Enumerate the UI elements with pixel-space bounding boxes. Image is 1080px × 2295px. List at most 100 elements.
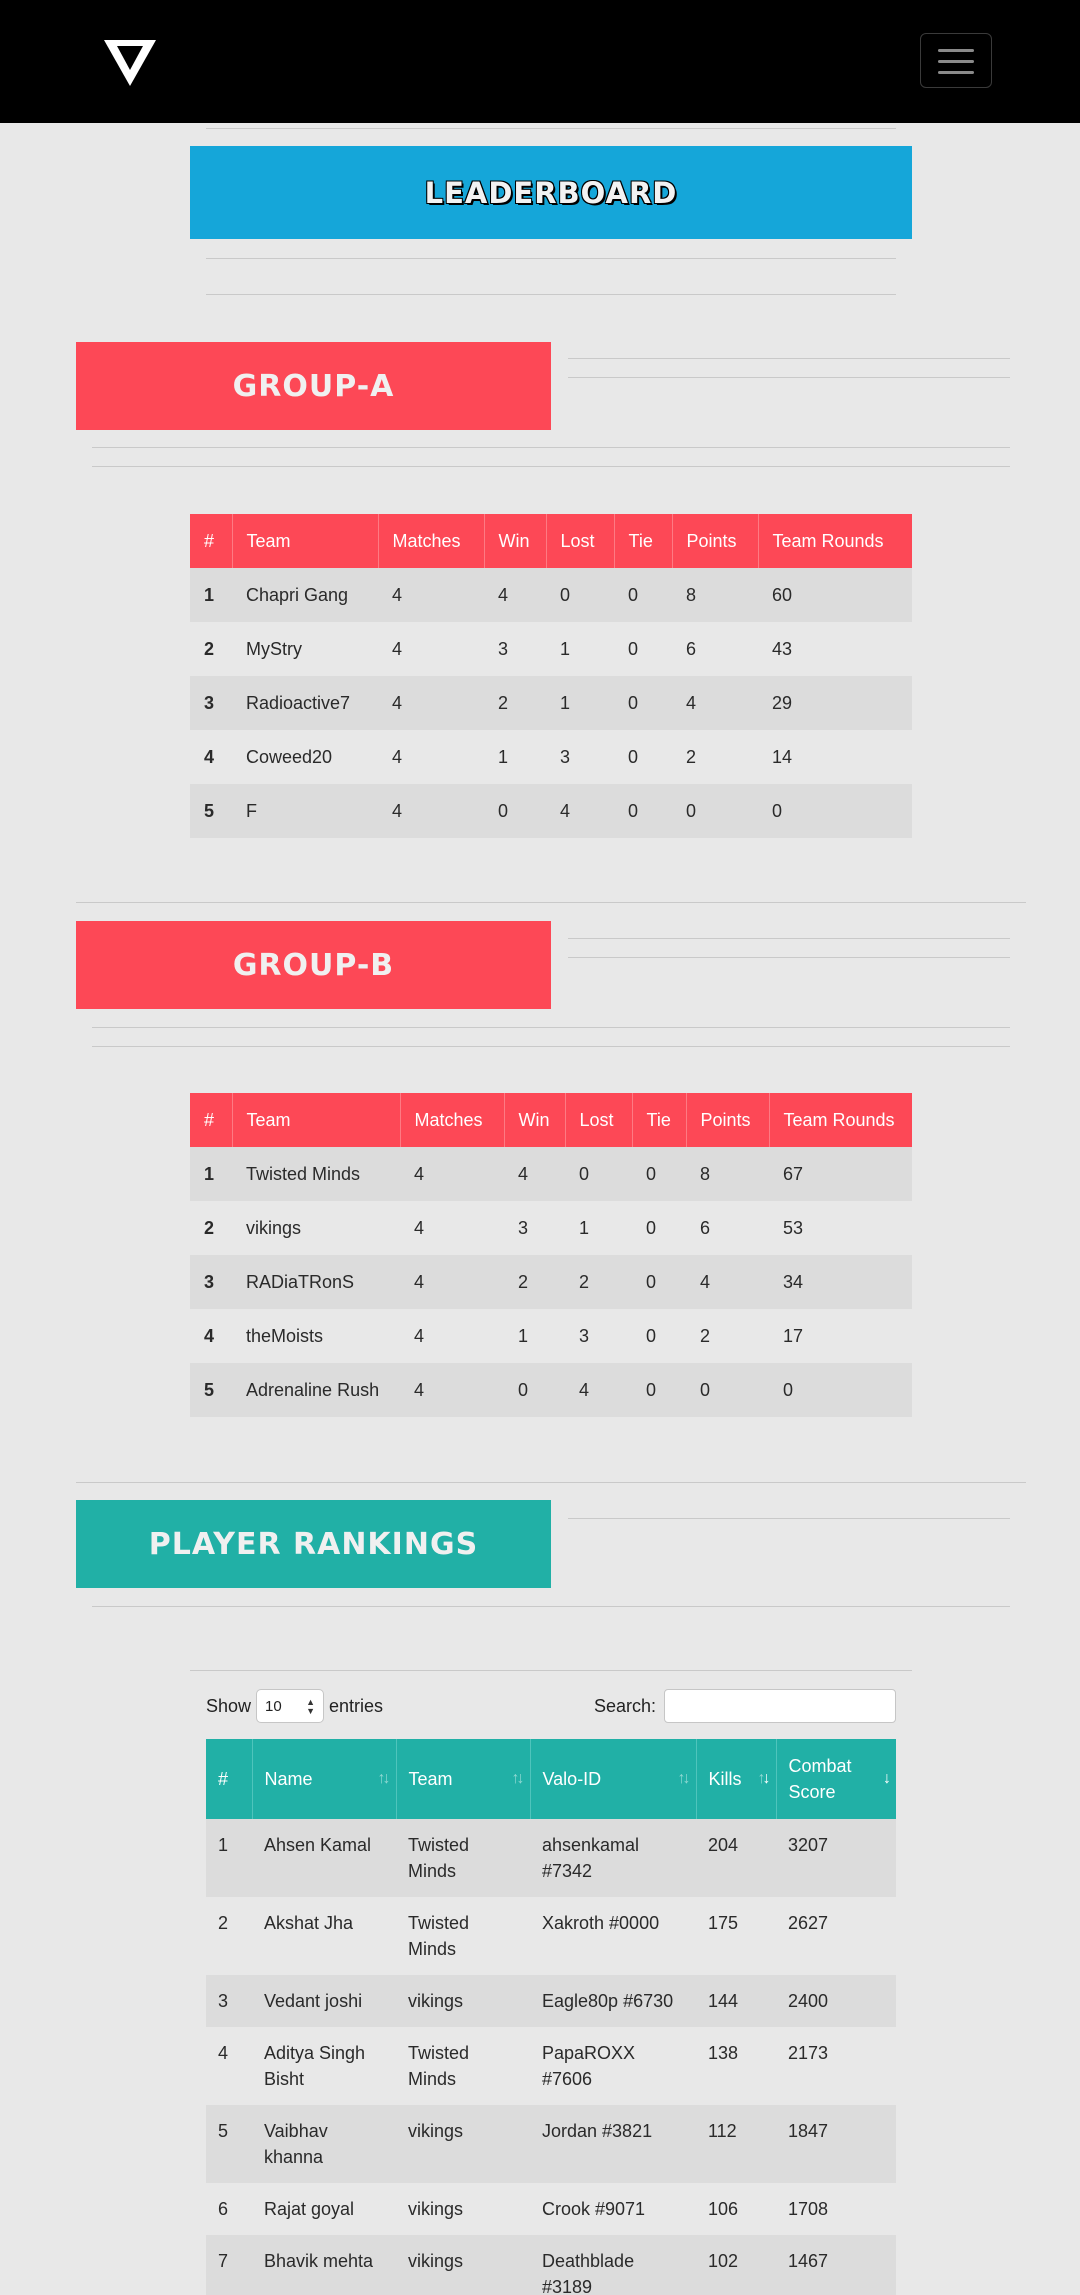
v-logo-icon[interactable] xyxy=(104,40,156,86)
team-cell: Coweed20 xyxy=(246,746,333,767)
lost-cell: 1 xyxy=(560,638,571,659)
table-header-row: # Team Matches Win Lost Tie Points Team … xyxy=(190,1093,912,1147)
lost-cell: 1 xyxy=(579,1217,590,1238)
column-header-name[interactable]: Name ↑↓ xyxy=(252,1739,397,1819)
team-cell: vikings xyxy=(246,1217,302,1238)
entries-label: entries xyxy=(329,1695,384,1716)
lost-cell: 4 xyxy=(560,800,571,821)
table-row: 5 F 4 0 4 0 0 0 xyxy=(190,784,912,838)
team-rounds-cell: 29 xyxy=(772,692,793,713)
table-controls: Show 10 ▲ ▼ entries Search: xyxy=(206,1688,896,1724)
column-header: # xyxy=(190,1093,233,1147)
tie-cell: 0 xyxy=(628,746,639,767)
leaderboard-banner: LEADERBOARD xyxy=(190,146,912,239)
table-row: 2 vikings 4 3 1 0 6 53 xyxy=(190,1201,912,1255)
column-header-valo-id[interactable]: Valo-ID ↑↓ xyxy=(530,1739,697,1819)
team-rounds-cell: 60 xyxy=(772,584,793,605)
rank-cell: 2 xyxy=(204,638,215,659)
column-header-team[interactable]: Team ↑↓ xyxy=(396,1739,531,1819)
divider xyxy=(206,258,896,259)
sort-icon: ↑↓ xyxy=(757,1770,771,1787)
combat-score-cell: 1847 xyxy=(788,2121,829,2141)
sort-icon: ↑↓ xyxy=(511,1770,525,1787)
team-cell: vikings xyxy=(408,2121,464,2141)
team-rounds-cell: 17 xyxy=(783,1325,804,1346)
table-row: 5 Adrenaline Rush 4 0 4 0 0 0 xyxy=(190,1363,912,1417)
table-row: 1 Chapri Gang 4 4 0 0 8 60 xyxy=(190,568,912,622)
table-row: 3 Vedant joshi vikings Eagle80p #6730 14… xyxy=(206,1975,896,2027)
sort-icon: ↑↓ xyxy=(377,1770,391,1787)
valo-id-cell: ahsenkamal #7342 xyxy=(542,1835,640,1881)
column-header: Lost xyxy=(546,514,615,568)
table-row: 2 MyStry 4 3 1 0 6 43 xyxy=(190,622,912,676)
sort-icon: ↑↓ xyxy=(677,1770,691,1787)
divider xyxy=(568,377,1010,378)
valo-id-cell: Deathblade #3189 xyxy=(542,2251,635,2295)
matches-cell: 4 xyxy=(414,1379,425,1400)
team-rounds-cell: 53 xyxy=(783,1217,804,1238)
rank-cell: 4 xyxy=(204,746,215,767)
table-row: 7 Bhavik mehta vikings Deathblade #3189 … xyxy=(206,2235,896,2295)
divider xyxy=(92,447,1010,448)
divider xyxy=(92,466,1010,467)
team-cell: theMoists xyxy=(246,1325,324,1346)
column-header: # xyxy=(190,514,233,568)
column-header: Points xyxy=(672,514,759,568)
team-cell: Radioactive7 xyxy=(246,692,351,713)
table-row: 5 Vaibhav khanna vikings Jordan #3821 11… xyxy=(206,2105,896,2183)
group-a-title: GROUP-A xyxy=(232,368,395,404)
lost-cell: 2 xyxy=(579,1271,590,1292)
group-a-table: # Team Matches Win Lost Tie Points Team … xyxy=(190,514,912,838)
win-cell: 2 xyxy=(498,692,509,713)
team-cell: F xyxy=(246,800,257,821)
rank-cell: 1 xyxy=(218,1835,229,1855)
column-header-rank[interactable]: # xyxy=(206,1739,253,1819)
kills-cell: 102 xyxy=(708,2251,739,2271)
table-header-row: # Name ↑↓ Team ↑↓ Valo-ID ↑↓ Kills ↑↓ Combat… xyxy=(206,1739,896,1819)
entries-select[interactable]: 10 ▲ ▼ xyxy=(256,1689,325,1723)
tie-cell: 0 xyxy=(646,1271,657,1292)
tie-cell: 0 xyxy=(646,1217,657,1238)
name-cell: Ahsen Kamal xyxy=(264,1835,372,1855)
player-rankings-banner: PLAYER RANKINGS xyxy=(76,1500,551,1588)
group-a-banner: GROUP-A xyxy=(76,342,551,430)
table-row: 3 Radioactive7 4 2 1 0 4 29 xyxy=(190,676,912,730)
win-cell: 3 xyxy=(498,638,509,659)
column-header: Team Rounds xyxy=(769,1093,912,1147)
lost-cell: 4 xyxy=(579,1379,590,1400)
team-cell: Twisted Minds xyxy=(246,1163,361,1184)
column-header-combat-score[interactable]: Combat Score ↓ xyxy=(776,1739,896,1819)
tie-cell: 0 xyxy=(628,584,639,605)
points-cell: 6 xyxy=(700,1217,711,1238)
valo-id-cell: PapaROXX #7606 xyxy=(542,2043,636,2089)
tie-cell: 0 xyxy=(646,1163,657,1184)
column-header: Team Rounds xyxy=(758,514,912,568)
valo-id-cell: Jordan #3821 xyxy=(542,2121,653,2141)
column-header-kills[interactable]: Kills ↑↓ xyxy=(696,1739,777,1819)
points-cell: 2 xyxy=(686,746,697,767)
hamburger-icon[interactable] xyxy=(920,33,992,88)
column-header: Team xyxy=(232,1093,401,1147)
win-cell: 3 xyxy=(518,1217,529,1238)
win-cell: 0 xyxy=(518,1379,529,1400)
team-rounds-cell: 34 xyxy=(783,1271,804,1292)
lost-cell: 0 xyxy=(560,584,571,605)
rank-cell: 1 xyxy=(204,584,215,605)
name-cell: Vaibhav khanna xyxy=(264,2121,328,2167)
rank-cell: 5 xyxy=(218,2121,229,2141)
points-cell: 6 xyxy=(686,638,697,659)
column-header: Tie xyxy=(614,514,673,568)
valo-id-cell: Crook #9071 xyxy=(542,2199,646,2219)
group-b-table: # Team Matches Win Lost Tie Points Team … xyxy=(190,1093,912,1417)
matches-cell: 4 xyxy=(392,638,403,659)
rank-cell: 2 xyxy=(204,1217,215,1238)
column-header: Team xyxy=(232,514,379,568)
tie-cell: 0 xyxy=(628,800,639,821)
rank-cell: 4 xyxy=(204,1325,215,1346)
divider xyxy=(568,358,1010,359)
team-cell: vikings xyxy=(408,2251,464,2271)
matches-cell: 4 xyxy=(414,1271,425,1292)
divider xyxy=(568,957,1010,958)
kills-cell: 204 xyxy=(708,1835,739,1855)
search-input[interactable] xyxy=(664,1689,896,1723)
